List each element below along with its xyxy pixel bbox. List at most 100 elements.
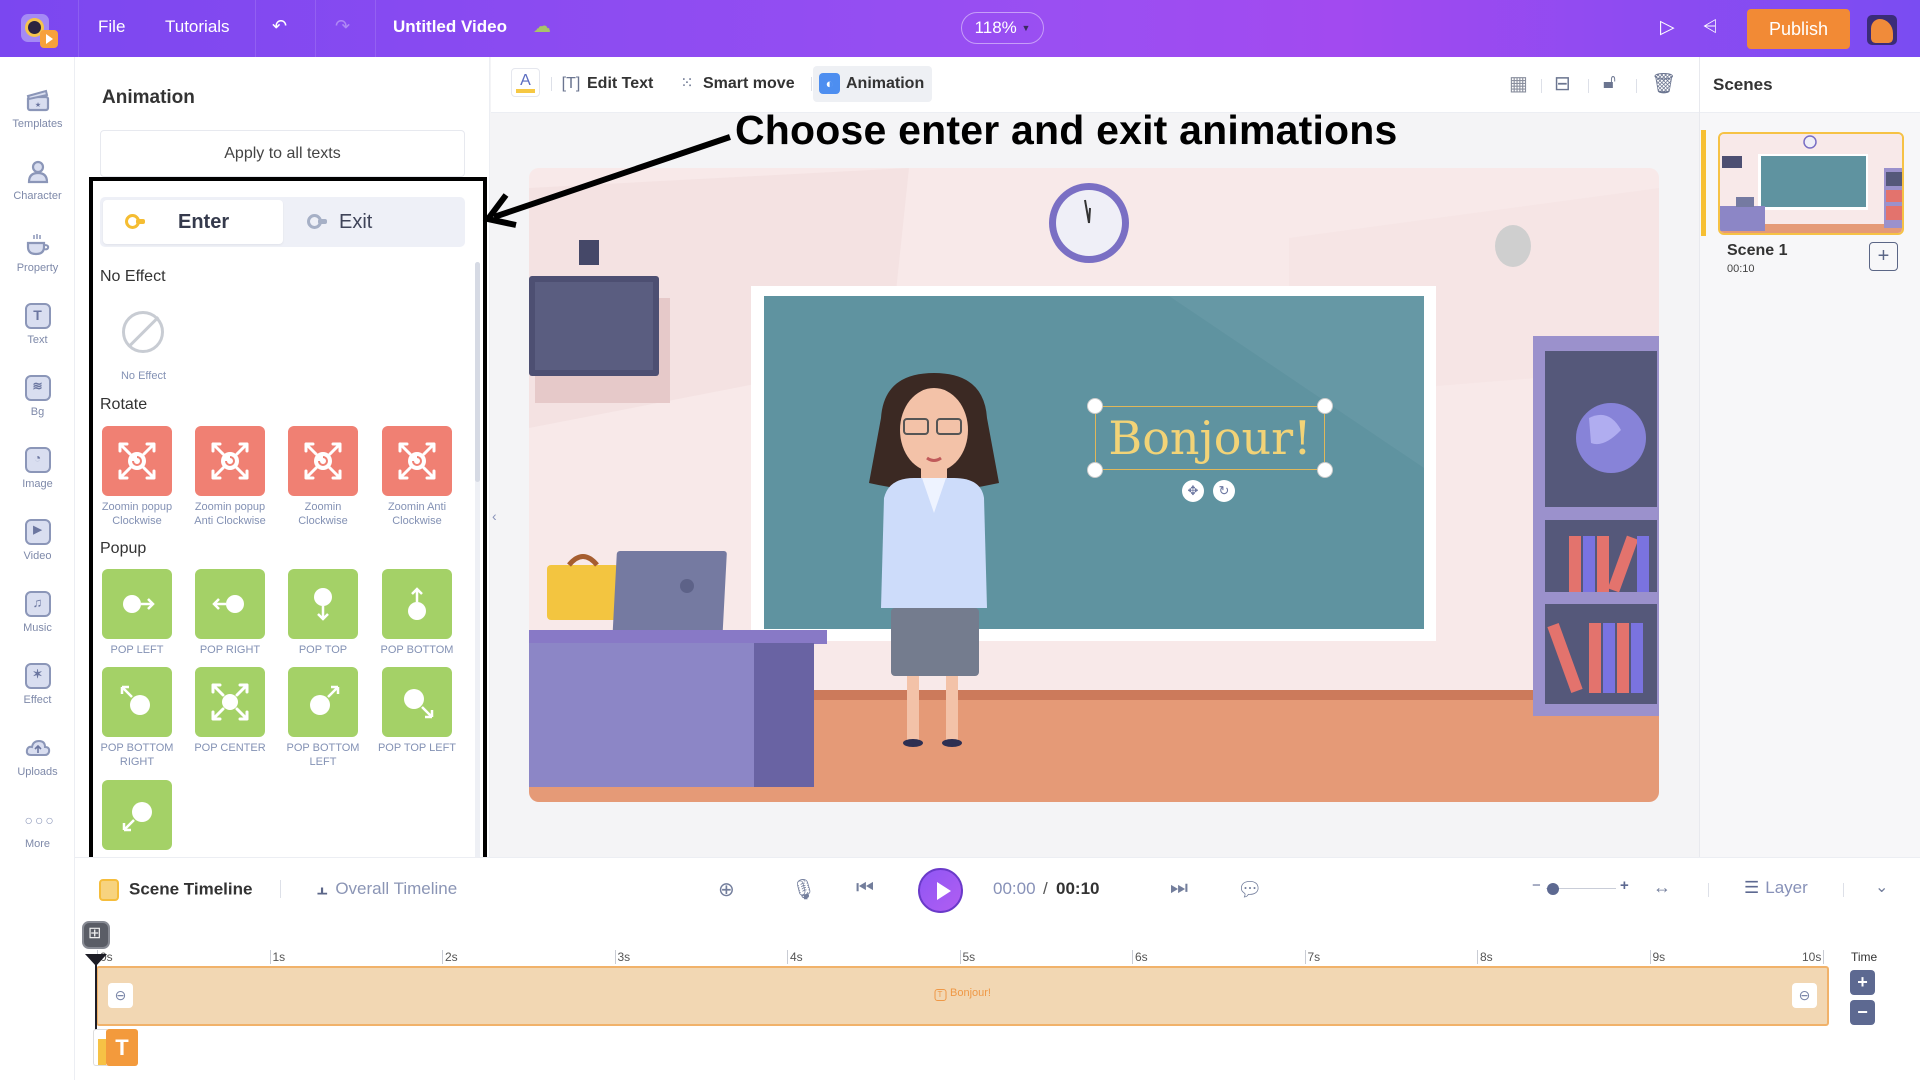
microphone-icon[interactable]: 🎙︎ [791,877,816,902]
sidebar-item-label: Video [23,550,52,562]
exit-transition-icon[interactable]: ⊖ [1792,983,1817,1008]
resize-handle-bl[interactable] [1087,462,1103,478]
undo-icon[interactable]: ↶ [272,16,287,37]
image-icon: ◔ [24,447,51,473]
project-title[interactable]: Untitled Video [393,17,507,37]
chevron-down-icon[interactable]: ⌄ [1875,877,1888,897]
bonjour-text[interactable]: Bonjour! [1096,410,1324,466]
selected-text-element[interactable]: Bonjour! [1087,398,1333,478]
resize-handle-br[interactable] [1317,462,1333,478]
playhead-handle[interactable] [82,921,110,949]
menu-file[interactable]: File [98,17,125,37]
sidebar-item-label: Character [13,190,62,202]
animation-button[interactable]: ◐ Animation [813,66,933,102]
editor-toolbar: A [T] Edit Text ⁙ Smart move ◐ Animation ▦ … [491,57,1699,113]
enter-transition-icon[interactable]: ⊖ [108,983,133,1008]
tab-overall-timeline[interactable]: ⫠ Overall Timeline [317,879,457,899]
smart-move-icon: ⁙ [680,75,694,92]
transparency-icon[interactable]: ▦ [1509,71,1528,96]
text-layer-stub [93,1029,107,1066]
layer-label: Layer [1765,878,1808,897]
overall-timeline-icon: ⫠ [317,879,328,898]
text-color-button[interactable]: A [511,68,540,97]
resize-handle-tl[interactable] [1087,398,1103,414]
sidebar-item-music[interactable]: ♫ Music [0,591,75,634]
sidebar-item-templates[interactable]: ★ Templates [0,87,75,130]
scene-timeline-icon [99,879,119,901]
apply-to-all-texts-button[interactable]: Apply to all texts [100,130,465,177]
layers-icon: ≋ [24,375,51,401]
person-icon [25,159,51,185]
cup-icon [25,231,51,257]
layer-button[interactable]: ☰ Layer [1744,878,1808,898]
align-icon[interactable]: ⊟ [1554,71,1571,96]
annotation-text: Choose enter and exit animations [735,107,1398,153]
app-logo[interactable] [18,10,58,48]
classroom-scene [529,168,1659,802]
focus-zoom-icon[interactable]: ⊕ [718,877,735,902]
remove-time-button[interactable]: − [1850,1000,1875,1025]
top-bar: File Tutorials ↶ ↷ Untitled Video ☁ 118%… [0,0,1920,57]
text-track-bar[interactable]: ⊖ T Bonjour! ⊖ [96,966,1829,1026]
sidebar-item-text[interactable]: T Text [0,303,75,346]
preview-play-icon[interactable]: ▷ [1660,16,1675,39]
redo-icon[interactable]: ↷ [335,16,350,37]
sidebar-item-character[interactable]: Character [0,159,75,202]
slider-knob[interactable] [1547,883,1559,895]
timeline-ruler: 0s 1s 2s 3s 4s 5s 6s 7s 8s 9s 10s [97,950,1825,966]
skip-back-icon[interactable]: ⏮︎ [856,877,874,900]
cloud-upload-icon [25,735,51,761]
subtitles-icon[interactable]: 💬︎ [1237,877,1262,902]
edit-text-button[interactable]: [T] Edit Text [561,66,654,102]
share-icon[interactable]: ⩤ [1703,16,1717,37]
sidebar-item-label: Music [23,622,52,634]
collapse-panel-icon[interactable]: ‹ [492,508,497,524]
skip-forward-icon[interactable]: ⏭︎ [1170,877,1188,900]
divider [811,77,812,91]
text-icon: T [24,303,51,329]
scene-thumbnail[interactable] [1718,132,1904,235]
add-time-button[interactable]: + [1850,970,1875,995]
rotate-handle-icon[interactable]: ↻ [1213,480,1235,502]
video-icon: ▶ [24,519,51,545]
play-button[interactable] [918,868,963,913]
smart-move-button[interactable]: ⁙ Smart move [677,66,794,102]
sidebar-item-label: Text [27,334,48,346]
scene-duration: 00:10 [1727,263,1755,275]
ruler-tick: 5s [959,950,975,964]
zoom-dropdown[interactable]: 118% ▼ [961,12,1044,44]
ruler-tick: 3s [614,950,630,964]
menu-tutorials[interactable]: Tutorials [165,17,230,37]
annotation-arrow-icon [482,134,731,228]
animation-icon: ◐ [819,73,840,94]
sidebar-item-effect[interactable]: ✶ Effect [0,663,75,706]
sidebar-item-uploads[interactable]: Uploads [0,735,75,778]
sidebar-item-label: Uploads [17,766,58,778]
video-stage[interactable]: Bonjour! ✥ ↻ [529,168,1659,802]
ruler-tick: 10s [1800,950,1825,964]
zoom-in-icon[interactable]: + [1620,877,1629,894]
sidebar-item-video[interactable]: ▶ Video [0,519,75,562]
unlock-icon[interactable]: 🔓︎ [1603,71,1616,94]
divider [1636,79,1637,93]
sidebar-item-image[interactable]: ◔ Image [0,447,75,490]
total-time: 00:10 [1056,879,1100,898]
move-handle-icon[interactable]: ✥ [1182,480,1204,502]
zoom-out-icon[interactable]: − [1532,877,1541,894]
sidebar-item-bg[interactable]: ≋ Bg [0,375,75,418]
divider [1541,79,1542,93]
fit-width-icon[interactable]: ↔ [1653,877,1671,898]
text-layer-icon[interactable]: T [106,1029,138,1066]
sidebar-item-more[interactable]: ○○○ More [0,807,75,850]
tab-scene-timeline[interactable]: Scene Timeline [99,879,252,901]
active-scene-indicator [1701,130,1706,236]
trash-icon[interactable]: 🗑︎ [1651,71,1676,96]
text-frame-icon: [T] [561,75,581,92]
resize-handle-tr[interactable] [1317,398,1333,414]
timeline-zoom-slider[interactable]: − + [1532,877,1629,896]
add-scene-button[interactable]: + [1869,242,1898,271]
publish-button[interactable]: Publish [1747,9,1850,49]
scenes-title: Scenes [1713,75,1773,94]
sidebar-item-property[interactable]: Property [0,231,75,274]
user-avatar[interactable] [1867,15,1897,45]
